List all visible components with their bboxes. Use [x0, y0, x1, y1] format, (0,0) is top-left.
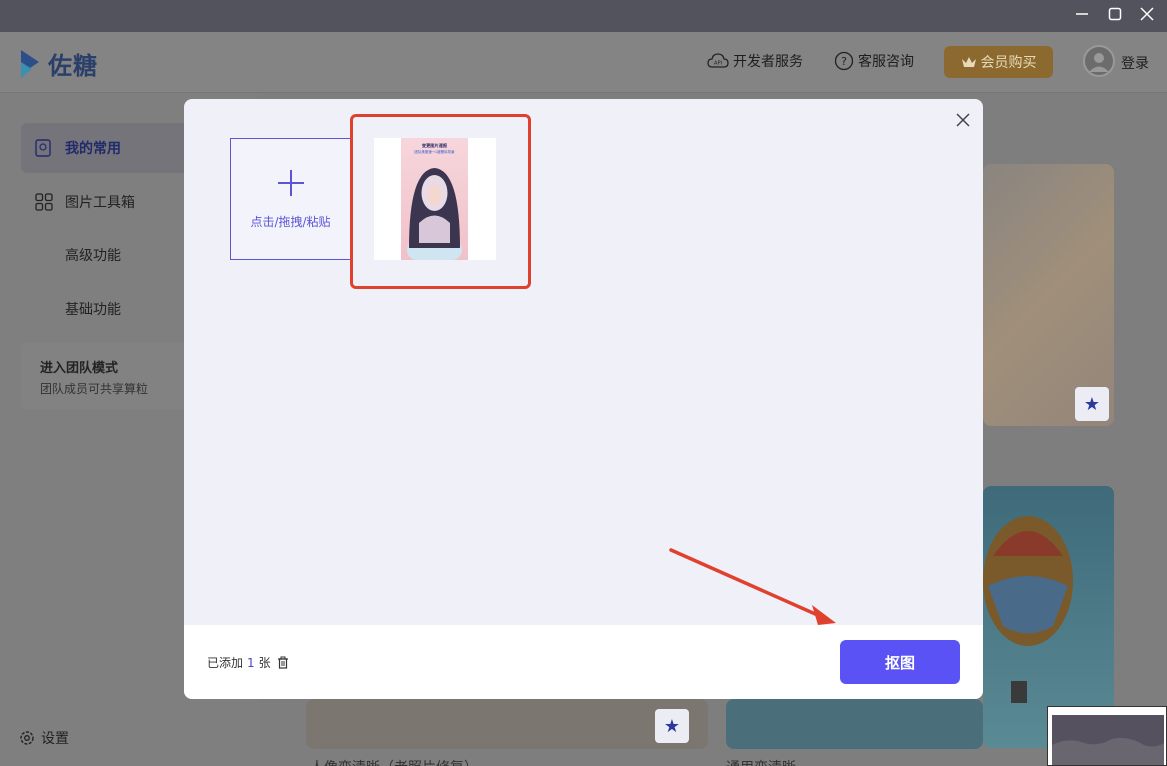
app-logo[interactable]: 佐糖: [18, 46, 98, 81]
sidebar-item-label: 我的常用: [65, 138, 121, 158]
favorite-star-icon[interactable]: ★: [1075, 387, 1109, 421]
svg-text:API: API: [714, 61, 722, 67]
added-prefix: 已添加: [207, 654, 243, 671]
avatar[interactable]: [1083, 45, 1115, 77]
favorite-star-icon[interactable]: ★: [655, 709, 689, 743]
api-cloud-icon: API: [707, 52, 729, 70]
cutout-button[interactable]: 抠图: [840, 640, 960, 684]
favorites-icon: [35, 139, 55, 157]
thumb-text-2: 团队美服速→1键删除背景: [414, 149, 455, 154]
grid-icon: [35, 193, 55, 211]
close-window-icon[interactable]: [1137, 6, 1157, 26]
sidebar-subitem-basic[interactable]: 基础功能: [65, 299, 121, 319]
plus-icon: [276, 168, 306, 205]
login-link[interactable]: 登录: [1121, 53, 1149, 73]
gear-icon: [19, 730, 35, 746]
team-mode-subtitle: 团队成员可共享算粒: [40, 380, 148, 397]
added-count: 已添加 1 张: [207, 654, 289, 671]
cutout-label: 抠图: [885, 652, 915, 673]
image-thumbnail[interactable]: 变更图片速报 团队美服速→1键删除背景: [374, 138, 496, 260]
trash-icon[interactable]: [277, 656, 289, 669]
added-suffix: 张: [259, 654, 271, 671]
dev-service-link[interactable]: API 开发者服务: [707, 51, 803, 71]
team-mode-title: 进入团队模式: [40, 357, 118, 376]
settings-label: 设置: [41, 728, 69, 748]
logo-icon: [18, 48, 42, 80]
bg-card-portrait: [306, 699, 708, 749]
crown-icon: [961, 55, 977, 69]
user-icon: [1085, 47, 1113, 75]
close-icon[interactable]: [954, 111, 972, 129]
bg-card-general: [726, 699, 983, 749]
support-label: 客服咨询: [858, 51, 914, 71]
help-icon: ?: [834, 51, 854, 71]
sidebar-subitem-advanced[interactable]: 高级功能: [65, 245, 121, 265]
svg-text:?: ?: [841, 55, 847, 68]
window-titlebar: [0, 0, 1167, 32]
logo-text: 佐糖: [48, 46, 98, 81]
thumbnail-image: 变更图片速报 团队美服速→1键删除背景: [401, 138, 468, 260]
thumb-text-1: 变更图片速报: [422, 142, 448, 149]
modal-footer: 已添加 1 张 抠图: [184, 625, 983, 699]
card-label-portrait: 人像变清晰（老照片修复）: [310, 757, 478, 766]
added-number: 1: [247, 656, 255, 670]
mini-preview-thumbnail: [1047, 706, 1167, 766]
app-header: 佐糖 API 开发者服务 ? 客服咨询 会员购买 登录: [0, 32, 1167, 93]
minimize-icon[interactable]: [1072, 6, 1092, 26]
settings-button[interactable]: 设置: [19, 728, 69, 748]
vip-label: 会员购买: [981, 52, 1037, 72]
card-label-general: 通用变清晰: [726, 757, 796, 766]
maximize-icon[interactable]: [1105, 6, 1125, 26]
sidebar-item-label: 图片工具箱: [65, 192, 135, 212]
upload-label: 点击/拖拽/粘贴: [250, 213, 330, 230]
vip-purchase-button[interactable]: 会员购买: [944, 46, 1053, 78]
upload-modal: 点击/拖拽/粘贴 变更图片速报 团队美服速→1键删除背景 已添加 1 张: [184, 99, 983, 699]
dev-service-label: 开发者服务: [733, 51, 803, 71]
support-link[interactable]: ? 客服咨询: [834, 51, 914, 71]
upload-dropzone[interactable]: 点击/拖拽/粘贴: [230, 138, 351, 260]
